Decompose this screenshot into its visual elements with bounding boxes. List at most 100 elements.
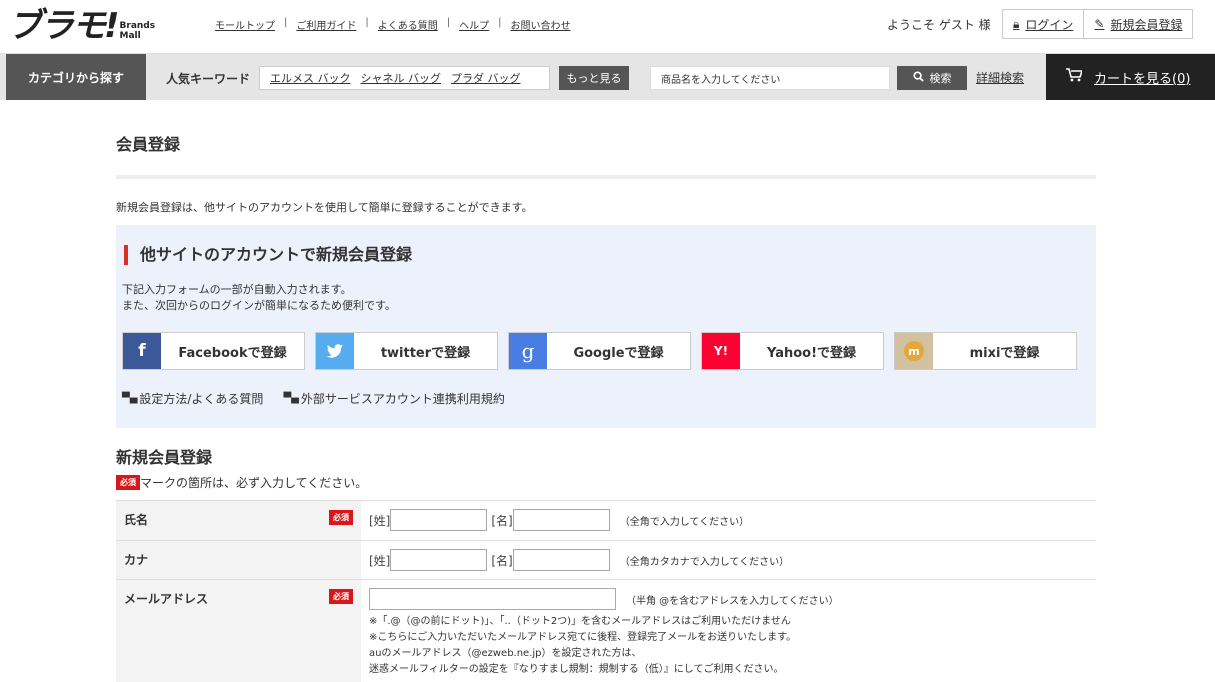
keyword-label: 人気キーワード [166,72,251,86]
form-label-name: 氏名 必須 [116,501,361,540]
social-buttons: f Facebookで登録 twitterで登録 g Googleで登録 Y! … [122,332,1087,370]
social-description: 下記入力フォームの一部が自動入力されます。 また、次回からのログインが簡単になる… [122,282,396,314]
window-icon: ▀▄ [122,393,138,404]
form-field-mail: （半角 @を含むアドレスを入力してください） ※「.@（@の前にドット)」、「.… [361,580,1096,682]
email-input[interactable] [369,588,616,610]
nav-link-help[interactable]: ヘルプ [459,17,489,32]
yahoo-icon: Y! [702,333,740,369]
required-badge: 必須 [329,510,353,525]
keyword-link[interactable]: エルメス バック [270,70,351,86]
logo-sub-mall: Mall [119,31,141,41]
nav-link-mall-top[interactable]: モールトップ [215,17,275,32]
social-help-links: ▀▄ 設定方法/よくある質問 ▀▄ 外部サービスアカウント連携利用規約 [122,390,525,407]
form-label-kana: カナ [116,541,361,579]
terms-label: 外部サービスアカウント連携利用規約 [300,392,505,406]
login-button[interactable]: 🔒︎ ログイン [1003,10,1083,38]
nav-separator: | [365,17,369,28]
social-desc-line: 下記入力フォームの一部が自動入力されます。 [122,283,352,296]
nav-separator: | [498,17,502,28]
twitter-signup-button[interactable]: twitterで登録 [315,332,498,370]
sei-label: [姓] [369,553,391,568]
registration-form: 氏名 必須 [姓] [名] （全角で入力してください） カナ [姓] [名] （… [116,500,1096,682]
register-label: 新規会員登録 [1110,17,1183,32]
terms-link[interactable]: ▀▄ 外部サービスアカウント連携利用規約 [283,390,504,407]
form-row-name: 氏名 必須 [姓] [名] （全角で入力してください） [116,501,1096,541]
kana-hint: （全角カタカナで入力してください） [619,556,790,568]
mixi-signup-label: mixiで登録 [969,345,1040,361]
form-row-kana: カナ [姓] [名] （全角カタカナで入力してください） [116,541,1096,580]
cart-label: カートを見る(0) [1094,71,1191,87]
first-name-kana-input[interactable] [512,549,610,571]
register-heading: 新規会員登録 [116,448,213,467]
mei-label: [名] [491,553,513,568]
form-row-mail: メールアドレス 必須 （半角 @を含むアドレスを入力してください） ※「.@（@… [116,580,1096,682]
cart-button[interactable]: カートを見る(0) [1046,54,1215,100]
name-inputs: [姓] [名] （全角で入力してください） [369,509,1088,531]
mixi-signup-button[interactable]: m mixiで登録 [894,332,1077,370]
keyword-box: エルメス バック シャネル バッグ プラダ バッグ [259,66,550,90]
mail-hint: （半角 @を含むアドレスを入力してください） [626,595,839,607]
name-label: 氏名 [124,513,149,527]
setup-faq-link[interactable]: ▀▄ 設定方法/よくある質問 [122,390,263,407]
search-button-label: 検索 [929,72,952,85]
mail-label: メールアドレス [124,592,209,606]
first-name-input[interactable] [512,509,610,531]
cart-icon [1066,68,1084,86]
keyword-link[interactable]: プラダ バッグ [451,70,521,86]
last-name-kana-input[interactable] [390,549,488,571]
form-field-name: [姓] [名] （全角で入力してください） [361,501,1096,540]
search-navbar: カテゴリから探す 人気キーワード エルメス バック シャネル バッグ プラダ バ… [0,54,1215,100]
kana-label: カナ [124,553,149,567]
advanced-search-link[interactable]: 詳細検索 [976,69,1024,86]
mixi-icon: m [895,333,933,369]
top-nav: モールトップ | ご利用ガイド | よくある質問 | ヘルプ | お問い合わせ [215,17,571,32]
google-signup-label: Googleで登録 [573,345,664,361]
mail-note: 迷惑メールフィルターの設定を『なりすまし規制：規制する（低）』にしてご利用くださ… [369,664,784,675]
pencil-icon: ✎ [1094,17,1105,31]
yahoo-signup-label: Yahoo!で登録 [766,345,857,361]
required-note-text: マークの箇所は、必ず入力してください。 [140,476,368,490]
social-signup-panel: 他サイトのアカウントで新規会員登録 下記入力フォームの一部が自動入力されます。 … [116,225,1096,428]
nav-link-faq[interactable]: よくある質問 [378,17,438,32]
account-buttons: 🔒︎ ログイン ✎ 新規会員登録 [1002,9,1194,39]
sei-label: [姓] [369,513,391,528]
search-icon [912,71,924,85]
google-signup-button[interactable]: g Googleで登録 [508,332,691,370]
logo-sub: Brands Mall [120,21,156,41]
mei-label: [名] [491,513,513,528]
nav-link-guide[interactable]: ご利用ガイド [296,17,356,32]
nav-link-contact[interactable]: お問い合わせ [511,17,571,32]
name-hint: （全角で入力してください） [619,516,750,528]
page-title: 会員登録 [116,135,181,154]
divider [116,175,1096,179]
search-button[interactable]: 検索 [897,66,967,90]
mail-note: ※こちらにご入力いただいたメールアドレス宛てに後程、登録完了メールをお送りいたし… [369,632,797,643]
facebook-signup-label: Facebookで登録 [178,345,287,361]
site-logo[interactable]: ブラモ! Brands Mall [8,6,155,44]
lock-icon: 🔒︎ [1013,16,1020,31]
social-desc-line: また、次回からのログインが簡単になるため便利です。 [122,299,396,312]
nav-separator: | [284,17,288,28]
facebook-signup-button[interactable]: f Facebookで登録 [122,332,305,370]
last-name-input[interactable] [390,509,488,531]
social-heading: 他サイトのアカウントで新規会員登録 [124,245,412,265]
yahoo-signup-button[interactable]: Y! Yahoo!で登録 [701,332,884,370]
welcome-text: ようこそ ゲスト 様 [887,18,991,32]
category-button[interactable]: カテゴリから探す [6,54,146,100]
logo-main: ブラモ! [8,6,120,46]
setup-faq-label: 設定方法/よくある質問 [139,392,264,406]
google-icon: g [509,333,547,369]
keyword-link[interactable]: シャネル バッグ [361,70,442,86]
nav-separator: | [446,17,451,28]
more-keywords-button[interactable]: もっと見る [559,66,629,90]
login-label: ログイン [1025,17,1074,32]
form-field-kana: [姓] [名] （全角カタカナで入力してください） [361,541,1096,579]
facebook-icon: f [123,333,161,369]
site-header: ブラモ! Brands Mall モールトップ | ご利用ガイド | よくある質問 |… [0,0,1215,54]
register-button[interactable]: ✎ 新規会員登録 [1083,10,1192,38]
mail-notes: ※「.@（@の前にドット)」、「..（ドット2つ)」を含むメールアドレスはご利用… [369,614,1088,678]
required-note: 必須 マークの箇所は、必ず入力してください。 [116,474,367,491]
logo-sub-brands: Brands [119,21,156,31]
form-label-mail: メールアドレス 必須 [116,580,361,682]
search-input[interactable]: 商品名を入力してください [650,66,890,90]
